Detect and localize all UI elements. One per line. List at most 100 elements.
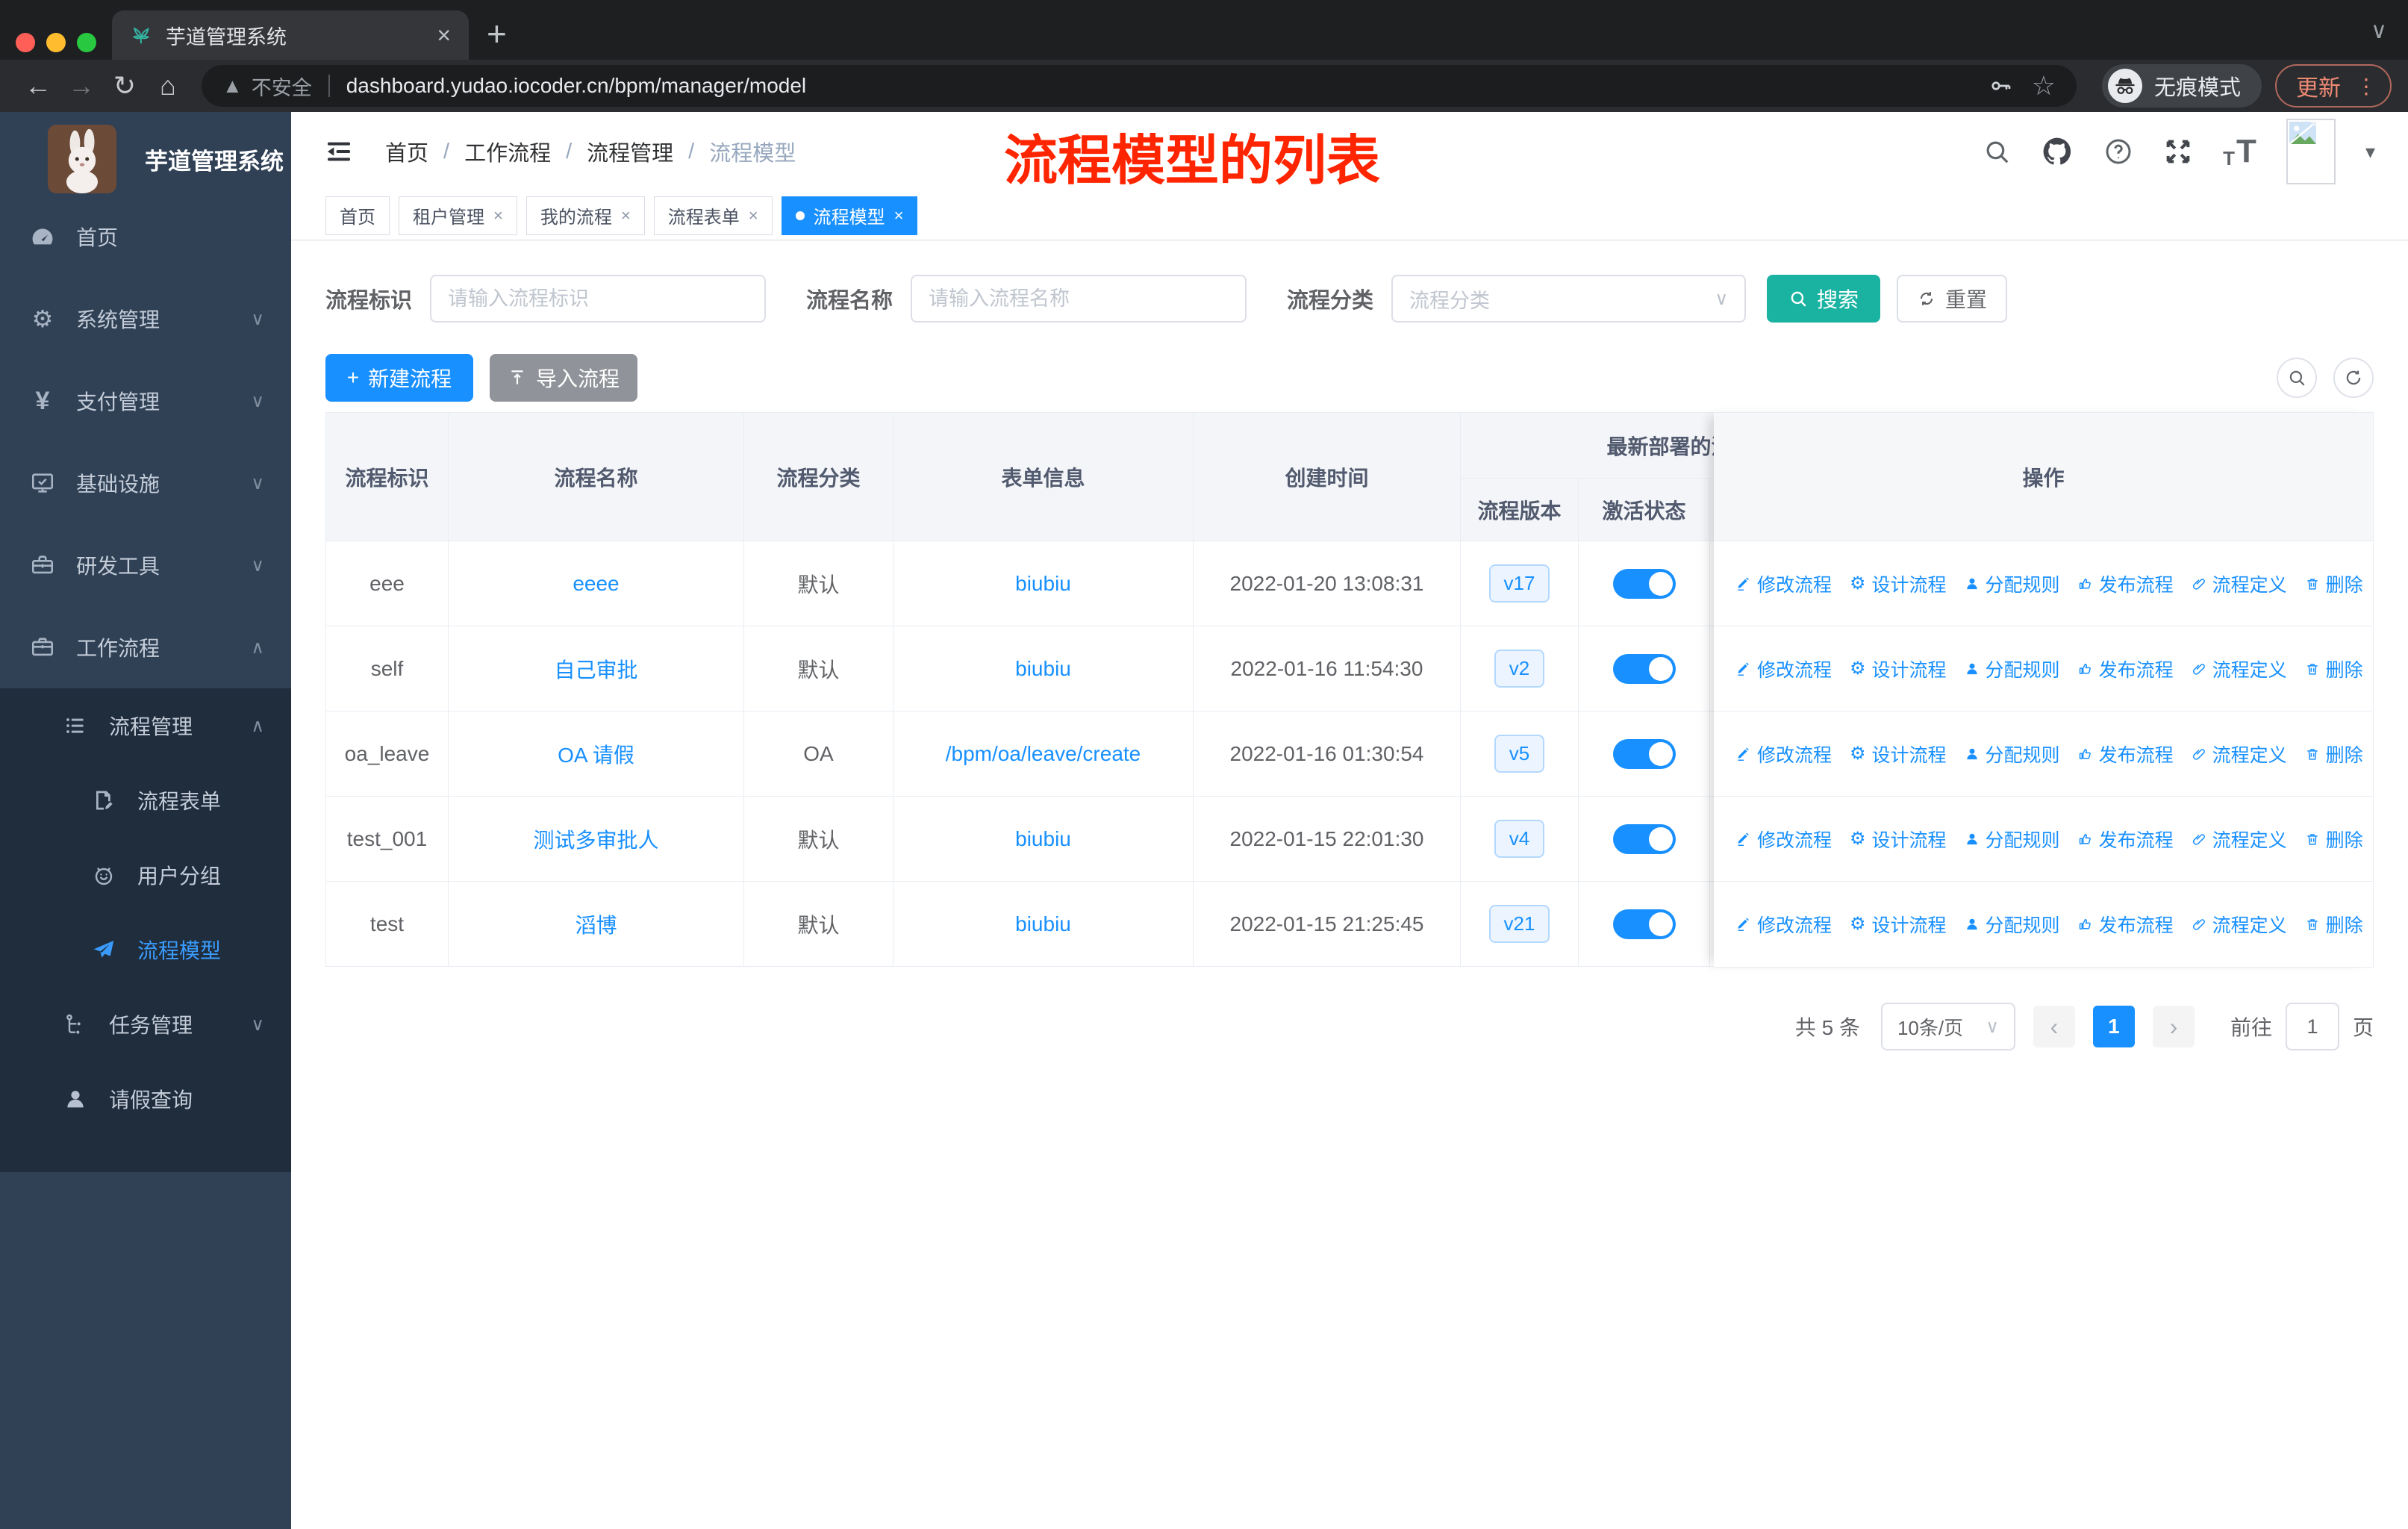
tag-process-form[interactable]: 流程表单 × bbox=[653, 196, 773, 235]
sidebar-item-user-group[interactable]: 用户分组 bbox=[0, 838, 291, 912]
github-icon[interactable] bbox=[2041, 135, 2074, 168]
process-name-link[interactable]: 滔博 bbox=[575, 909, 617, 939]
design-process-link[interactable]: ⚙ 设计流程 bbox=[1850, 741, 1947, 767]
tag-close-icon[interactable]: × bbox=[894, 206, 904, 225]
sidebar-item-infrastructure[interactable]: 基础设施 ∨ bbox=[0, 442, 291, 524]
active-toggle[interactable] bbox=[1612, 738, 1676, 769]
show-search-toggle-button[interactable] bbox=[2277, 358, 2317, 398]
assign-rule-link[interactable]: 分配规则 bbox=[1965, 655, 2060, 682]
help-icon[interactable] bbox=[2103, 137, 2133, 166]
tag-close-icon[interactable]: × bbox=[749, 206, 758, 225]
fullscreen-icon[interactable] bbox=[2163, 137, 2193, 166]
process-definition-link[interactable]: 流程定义 bbox=[2192, 911, 2287, 938]
bookmark-star-icon[interactable]: ☆ bbox=[2032, 70, 2056, 102]
process-name-link[interactable]: eeee bbox=[573, 572, 619, 596]
tag-process-model-active[interactable]: 流程模型 × bbox=[781, 196, 918, 235]
sidebar-item-system[interactable]: ⚙ 系统管理 ∨ bbox=[0, 278, 291, 360]
sidebar-item-workflow[interactable]: 工作流程 ∧ bbox=[0, 606, 291, 688]
home-button[interactable]: ⌂ bbox=[146, 64, 190, 108]
form-info-link[interactable]: biubiu bbox=[1015, 572, 1071, 596]
process-name-input[interactable] bbox=[911, 275, 1247, 323]
publish-process-link[interactable]: 发布流程 bbox=[2078, 826, 2174, 853]
url-text[interactable]: dashboard.yudao.iocoder.cn/bpm/manager/m… bbox=[346, 74, 1969, 98]
table-scroll-area[interactable]: 流程标识 流程名称 流程分类 表单信息 创建时间 最新部署的流程定义 流程版本 … bbox=[325, 412, 1714, 967]
minimize-window-button[interactable] bbox=[46, 33, 66, 52]
sidebar-item-home[interactable]: 首页 bbox=[0, 196, 291, 278]
assign-rule-link[interactable]: 分配规则 bbox=[1965, 741, 2060, 767]
process-definition-link[interactable]: 流程定义 bbox=[2192, 570, 2287, 597]
page-size-select[interactable]: 10条/页 ∨ bbox=[1880, 1003, 2015, 1050]
process-name-link[interactable]: 测试多审批人 bbox=[533, 824, 658, 854]
delete-process-link[interactable]: 删除 bbox=[2305, 826, 2363, 853]
delete-process-link[interactable]: 删除 bbox=[2305, 655, 2363, 682]
font-size-icon[interactable]: TT bbox=[2223, 133, 2256, 170]
process-definition-link[interactable]: 流程定义 bbox=[2192, 741, 2287, 767]
password-key-icon[interactable] bbox=[1989, 74, 2012, 98]
edit-process-link[interactable]: 修改流程 bbox=[1736, 911, 1832, 938]
form-info-link[interactable]: biubiu bbox=[1015, 657, 1071, 681]
browser-menu-icon[interactable]: ⋮ bbox=[2356, 74, 2377, 99]
edit-process-link[interactable]: 修改流程 bbox=[1736, 741, 1832, 767]
tag-home[interactable]: 首页 bbox=[325, 196, 390, 235]
search-button[interactable]: 搜索 bbox=[1767, 275, 1881, 323]
process-name-link[interactable]: OA 请假 bbox=[558, 739, 634, 769]
new-tab-button[interactable]: + bbox=[487, 13, 507, 54]
address-bar[interactable]: ▲ 不安全 dashboard.yudao.iocoder.cn/bpm/man… bbox=[202, 65, 2077, 107]
active-toggle[interactable] bbox=[1612, 909, 1676, 939]
collapse-sidebar-icon[interactable] bbox=[324, 137, 354, 166]
active-toggle[interactable] bbox=[1612, 568, 1676, 599]
zoom-window-button[interactable] bbox=[77, 33, 96, 52]
form-info-link[interactable]: /bpm/oa/leave/create bbox=[946, 742, 1141, 766]
breadcrumb-process-management[interactable]: 流程管理 bbox=[587, 136, 673, 167]
user-menu-caret-icon[interactable]: ▾ bbox=[2365, 140, 2375, 164]
back-button[interactable]: ← bbox=[16, 64, 60, 108]
process-name-link[interactable]: 自己审批 bbox=[554, 654, 637, 684]
process-category-select[interactable]: 流程分类 ∨ bbox=[1391, 275, 1747, 323]
sidebar-item-process-form[interactable]: 流程表单 bbox=[0, 763, 291, 838]
tag-close-icon[interactable]: × bbox=[493, 206, 503, 225]
delete-process-link[interactable]: 删除 bbox=[2305, 570, 2363, 597]
import-process-button[interactable]: 导入流程 bbox=[490, 354, 637, 402]
process-definition-link[interactable]: 流程定义 bbox=[2192, 826, 2287, 853]
sidebar-item-leave-query[interactable]: 请假查询 bbox=[0, 1062, 291, 1136]
assign-rule-link[interactable]: 分配规则 bbox=[1965, 826, 2060, 853]
browser-tab[interactable]: 芋道管理系统 × bbox=[112, 10, 469, 60]
search-icon[interactable] bbox=[1983, 137, 2011, 166]
tag-my-process[interactable]: 我的流程 × bbox=[525, 196, 645, 235]
form-info-link[interactable]: biubiu bbox=[1015, 912, 1071, 936]
tag-close-icon[interactable]: × bbox=[621, 206, 631, 225]
delete-process-link[interactable]: 删除 bbox=[2305, 911, 2363, 938]
publish-process-link[interactable]: 发布流程 bbox=[2078, 741, 2174, 767]
form-info-link[interactable]: biubiu bbox=[1015, 827, 1071, 851]
publish-process-link[interactable]: 发布流程 bbox=[2078, 911, 2174, 938]
prev-page-button[interactable]: ‹ bbox=[2033, 1006, 2075, 1047]
assign-rule-link[interactable]: 分配规则 bbox=[1965, 570, 2060, 597]
sidebar-item-payment[interactable]: ¥ 支付管理 ∨ bbox=[0, 360, 291, 442]
tab-close-icon[interactable]: × bbox=[437, 23, 451, 47]
goto-page-input[interactable] bbox=[2285, 1003, 2339, 1050]
active-toggle[interactable] bbox=[1612, 823, 1676, 854]
publish-process-link[interactable]: 发布流程 bbox=[2078, 570, 2174, 597]
sidebar-item-task-management[interactable]: 任务管理 ∨ bbox=[0, 987, 291, 1062]
update-button[interactable]: 更新 ⋮ bbox=[2275, 64, 2392, 108]
edit-process-link[interactable]: 修改流程 bbox=[1736, 655, 1832, 682]
sidebar-item-process-management[interactable]: 流程管理 ∧ bbox=[0, 688, 291, 763]
user-avatar-broken-image[interactable] bbox=[2286, 119, 2336, 184]
edit-process-link[interactable]: 修改流程 bbox=[1736, 570, 1832, 597]
reset-button[interactable]: 重置 bbox=[1897, 275, 2008, 323]
process-key-input[interactable] bbox=[430, 275, 767, 323]
security-badge[interactable]: ▲ 不安全 bbox=[222, 72, 312, 101]
breadcrumb-workflow[interactable]: 工作流程 bbox=[464, 136, 551, 167]
page-1-button[interactable]: 1 bbox=[2092, 1006, 2135, 1047]
create-process-button[interactable]: + 新建流程 bbox=[325, 354, 473, 402]
close-window-button[interactable] bbox=[16, 33, 35, 52]
refresh-table-button[interactable] bbox=[2333, 358, 2374, 398]
breadcrumb-home[interactable]: 首页 bbox=[385, 136, 428, 167]
tag-tenant[interactable]: 租户管理 × bbox=[399, 196, 517, 235]
publish-process-link[interactable]: 发布流程 bbox=[2078, 655, 2174, 682]
forward-button[interactable]: → bbox=[60, 64, 103, 108]
active-toggle[interactable] bbox=[1612, 653, 1676, 684]
tab-search-chevron-icon[interactable]: ∨ bbox=[2371, 18, 2387, 44]
design-process-link[interactable]: ⚙ 设计流程 bbox=[1850, 570, 1947, 597]
edit-process-link[interactable]: 修改流程 bbox=[1736, 826, 1832, 853]
